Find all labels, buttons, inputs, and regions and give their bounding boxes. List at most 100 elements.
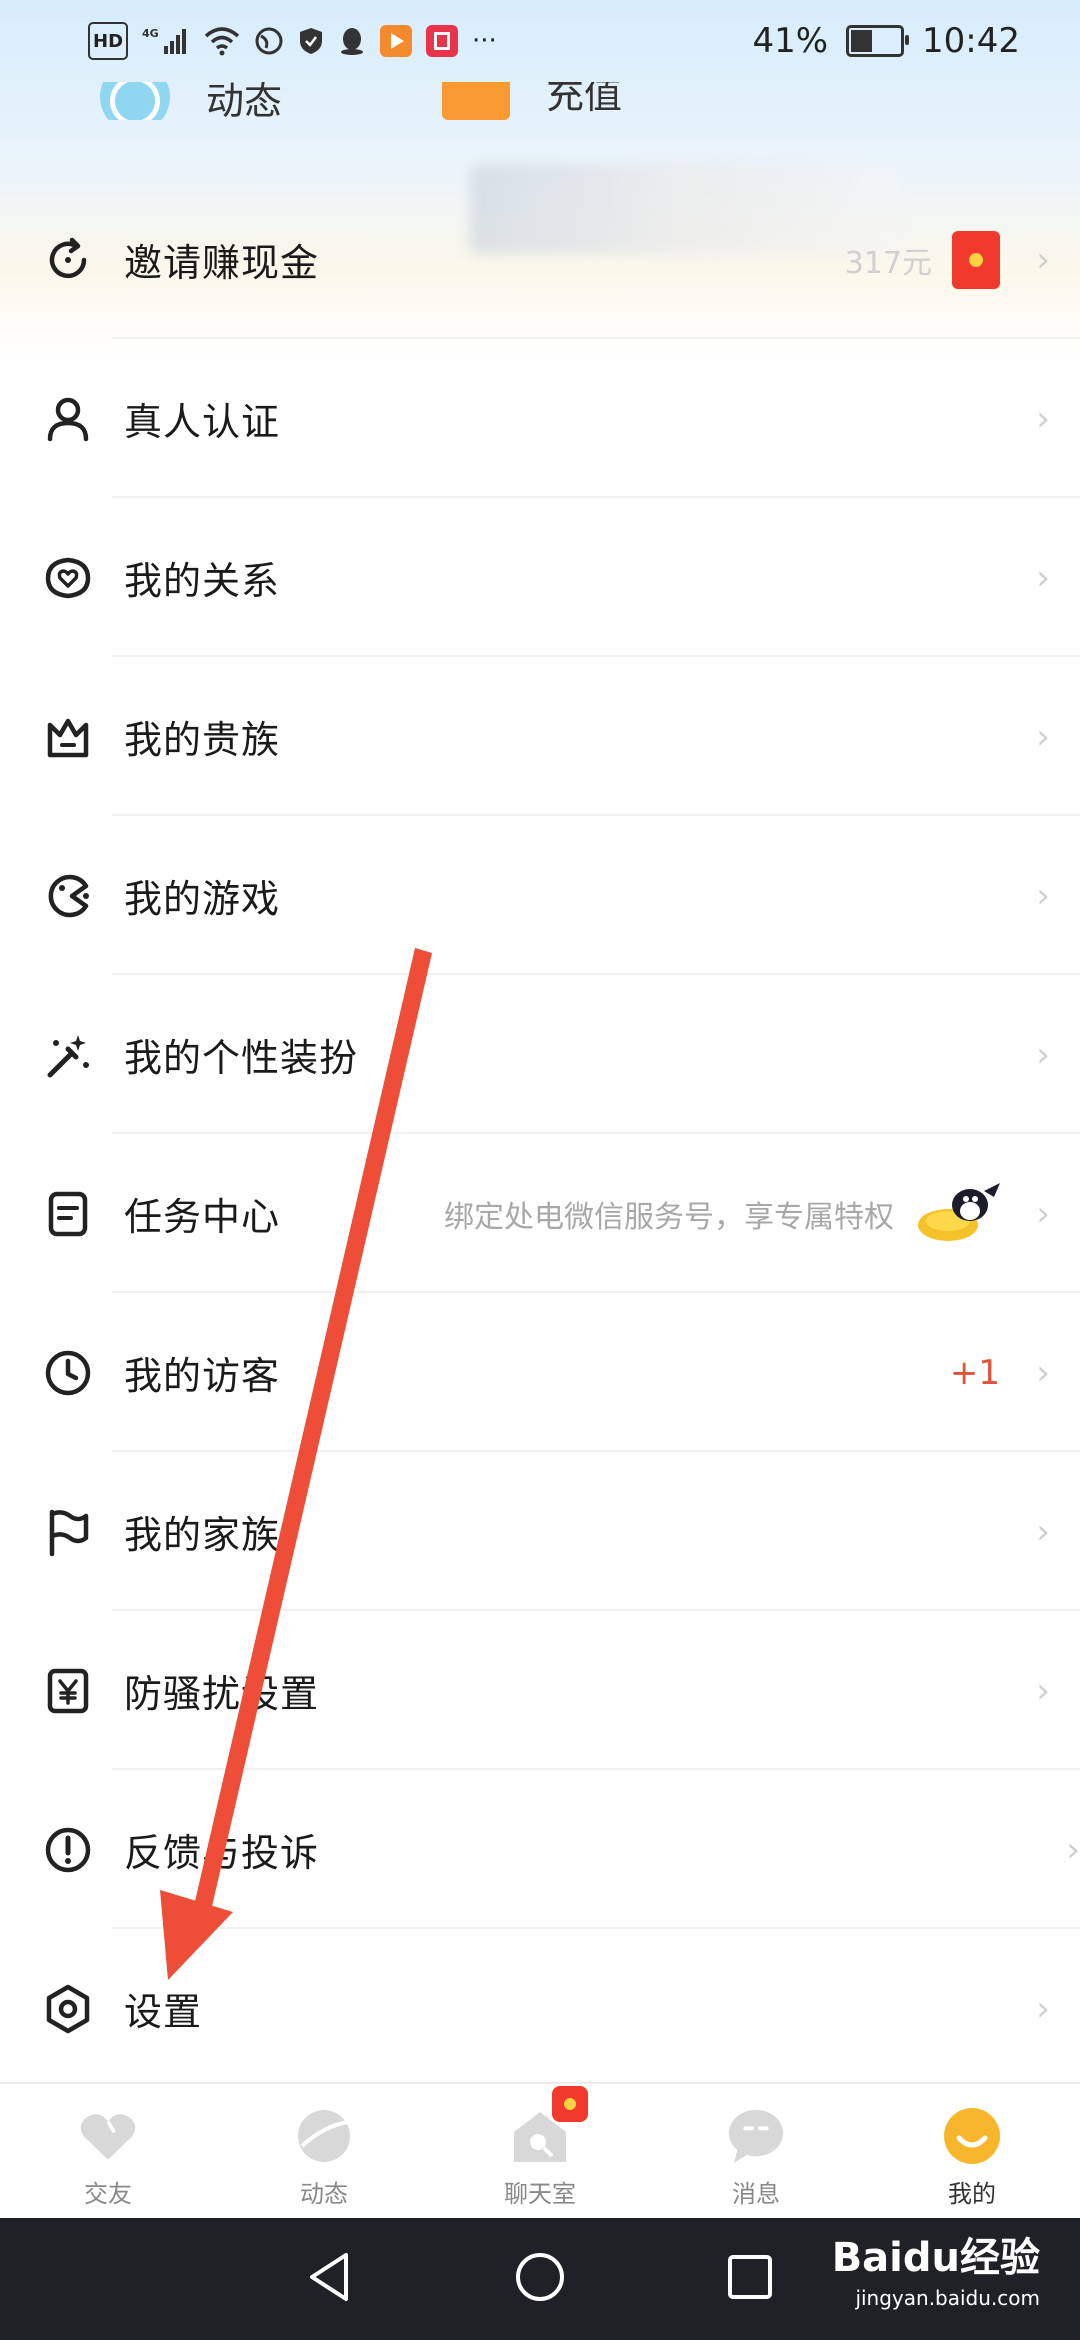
menu-item-label: 我的关系 xyxy=(124,559,281,603)
tab-label: 聊天室 xyxy=(504,2180,576,2208)
menu-item-feedback[interactable]: 反馈与投诉 › xyxy=(0,1770,1080,1929)
watermark-sub: jingyan.baidu.com xyxy=(855,2286,1040,2310)
task-promo-extra: 绑定处电微信服务号，享专属特权 xyxy=(444,1179,1000,1249)
menu-item-label: 我的游戏 xyxy=(124,877,281,921)
menu-item-visitors[interactable]: 我的访客 +1 › xyxy=(0,1293,1080,1452)
chevron-right-icon: › xyxy=(1036,1988,1050,2029)
watermark-main: Baidu经验 xyxy=(831,2235,1040,2281)
menu-item-dressup[interactable]: 我的个性装扮 › xyxy=(0,975,1080,1134)
menu-item-label: 真人认证 xyxy=(124,400,281,444)
clock-icon xyxy=(40,1345,96,1401)
tab-friends[interactable]: 交友 xyxy=(0,2084,216,2220)
tab-label: 动态 xyxy=(300,2180,348,2208)
signal-icon: 4G xyxy=(142,24,190,58)
message-tab-icon xyxy=(726,2106,786,2166)
tab-label: 消息 xyxy=(732,2180,780,2208)
book-app-icon xyxy=(426,24,459,58)
yen-shield-icon xyxy=(40,1663,96,1719)
smile-tab-icon xyxy=(942,2106,1002,2166)
clock-time: 10:42 xyxy=(922,21,1020,61)
chevron-right-icon: › xyxy=(1036,239,1050,280)
chevron-right-icon: › xyxy=(1036,398,1050,439)
globe-icon xyxy=(254,24,284,58)
menu-item-label: 我的贵族 xyxy=(124,718,281,762)
shortcut-dynamic-label: 动态 xyxy=(206,82,283,120)
menu-item-task-center[interactable]: 任务中心 绑定处电微信服务号，享专属特权 › xyxy=(0,1134,1080,1293)
chevron-right-icon: › xyxy=(1036,1511,1050,1552)
heart-tab-icon xyxy=(78,2106,138,2166)
tab-chatroom[interactable]: 聊天室 xyxy=(432,2084,648,2220)
task-icon xyxy=(40,1186,96,1242)
bottom-tab-bar: 交友 动态 聊天室 消息 我的 xyxy=(0,2082,1080,2220)
crown-icon xyxy=(40,709,96,765)
status-bar: HD 4G ··· 41% 10:42 xyxy=(0,0,1080,82)
recents-icon[interactable] xyxy=(726,2253,774,2305)
tab-messages[interactable]: 消息 xyxy=(648,2084,864,2220)
shield-icon xyxy=(298,24,324,58)
menu-item-label: 我的访客 xyxy=(124,1354,281,1398)
home-icon[interactable] xyxy=(514,2251,566,2307)
shortcut-row: 动态 充值 xyxy=(0,82,1080,120)
flag-icon xyxy=(40,1504,96,1560)
chevron-right-icon: › xyxy=(1066,1829,1080,1870)
chevron-right-icon: › xyxy=(1036,1352,1050,1393)
back-icon[interactable] xyxy=(306,2251,354,2307)
tab-dynamic[interactable]: 动态 xyxy=(216,2084,432,2220)
video-app-icon xyxy=(380,24,413,58)
baidu-watermark: Baidu经验 jingyan.baidu.com xyxy=(832,2238,1040,2308)
chevron-right-icon: › xyxy=(1036,1193,1050,1234)
notification-dot-icon xyxy=(552,2086,588,2122)
menu-item-settings[interactable]: 设置 › xyxy=(0,1929,1080,2088)
menu-item-invite[interactable]: 邀请赚现金 317元 › xyxy=(0,164,1080,339)
chevron-right-icon: › xyxy=(1036,875,1050,916)
shortcut-recharge[interactable]: 充值 xyxy=(442,82,622,120)
tab-label: 我的 xyxy=(948,2180,996,2208)
penguin-mascot-icon xyxy=(914,1179,1000,1249)
planet-tab-icon xyxy=(294,2106,354,2166)
task-promo-text: 绑定处电微信服务号，享专属特权 xyxy=(444,1199,894,1235)
menu-item-label: 邀请赚现金 xyxy=(124,241,320,285)
shortcut-dynamic[interactable]: 动态 xyxy=(100,82,282,120)
visitor-count-badge: +1 xyxy=(950,1353,1000,1393)
dynamic-shortcut-icon xyxy=(100,82,170,120)
house-tab-icon xyxy=(510,2086,588,2166)
magic-wand-icon xyxy=(40,1027,96,1083)
exclamation-icon xyxy=(40,1822,96,1878)
menu-item-label: 我的个性装扮 xyxy=(124,1036,359,1080)
chevron-right-icon: › xyxy=(1036,557,1050,598)
menu-item-label: 反馈与投诉 xyxy=(124,1831,320,1875)
blurred-avatars xyxy=(470,164,900,254)
tab-mine[interactable]: 我的 xyxy=(864,2084,1080,2220)
settings-icon xyxy=(40,1981,96,2037)
menu-item-relations[interactable]: 我的关系 › xyxy=(0,498,1080,657)
chevron-right-icon: › xyxy=(1036,716,1050,757)
battery-percent: 41% xyxy=(752,21,829,61)
wallet-icon xyxy=(442,82,510,120)
menu-item-real-person[interactable]: 真人认证 › xyxy=(0,339,1080,498)
menu-item-noble[interactable]: 我的贵族 › xyxy=(0,657,1080,816)
red-packet-icon xyxy=(952,230,1000,289)
menu-item-label: 我的家族 xyxy=(124,1513,281,1557)
battery-icon xyxy=(846,25,910,57)
chevron-right-icon: › xyxy=(1036,1034,1050,1075)
menu-item-anti-harass[interactable]: 防骚扰设置 › xyxy=(0,1611,1080,1770)
tab-label: 交友 xyxy=(84,2180,132,2208)
menu-item-label: 防骚扰设置 xyxy=(124,1672,320,1716)
menu-item-label: 设置 xyxy=(124,1990,203,2034)
heart-relation-icon xyxy=(40,550,96,606)
more-notifications-icon: ··· xyxy=(472,26,497,56)
refresh-icon xyxy=(40,232,96,288)
hd-icon: HD xyxy=(88,22,129,60)
menu-item-games[interactable]: 我的游戏 › xyxy=(0,816,1080,975)
wifi-icon xyxy=(204,24,240,58)
invite-reward-extra: 317元 xyxy=(844,230,1000,289)
game-icon xyxy=(40,868,96,924)
invite-reward-text: 317元 xyxy=(844,245,932,281)
qq-icon xyxy=(338,24,366,58)
menu-item-label: 任务中心 xyxy=(124,1195,281,1239)
visitor-count: +1 xyxy=(949,1352,1000,1393)
shortcut-recharge-label: 充值 xyxy=(546,82,623,117)
chevron-right-icon: › xyxy=(1036,1670,1050,1711)
menu-item-family[interactable]: 我的家族 › xyxy=(0,1452,1080,1611)
svg-text:4G: 4G xyxy=(142,27,159,40)
